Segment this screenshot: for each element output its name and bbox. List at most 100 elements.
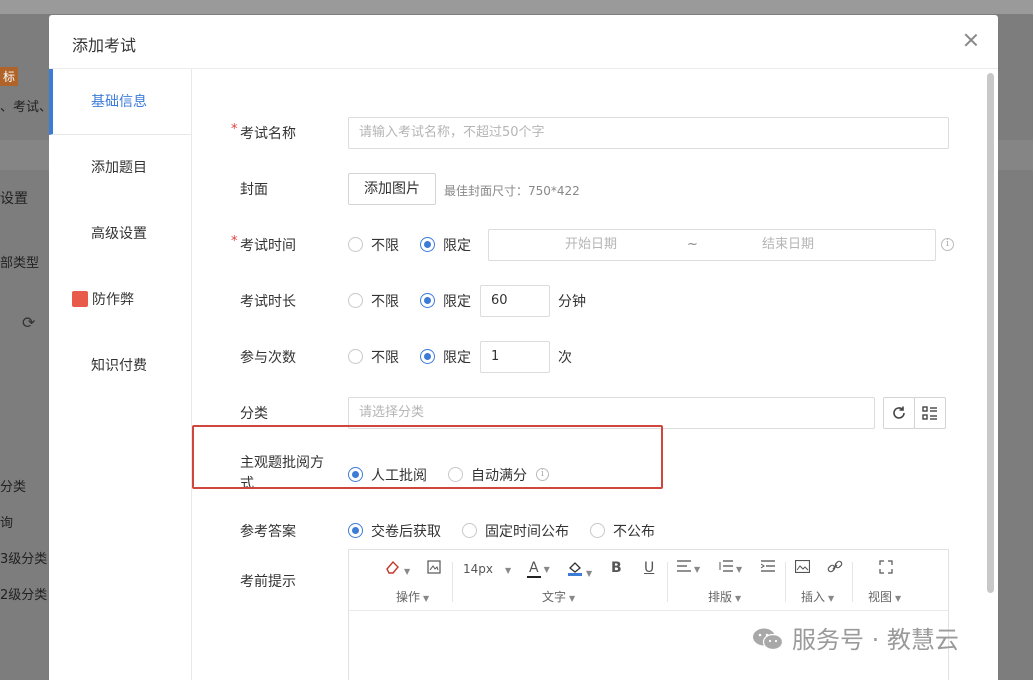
- font-color-icon[interactable]: A ▼: [527, 560, 550, 578]
- radio-label: 固定时间公布: [485, 524, 569, 540]
- align-icon[interactable]: ▼: [677, 560, 700, 576]
- attempts-unit: 次: [558, 350, 572, 366]
- group-label-layout[interactable]: 排版 ▼: [708, 588, 741, 605]
- answer-after-submit-radio[interactable]: 交卷后获取: [348, 521, 441, 541]
- add-image-button[interactable]: 添加图片: [348, 173, 436, 205]
- align-glyph: [677, 560, 691, 572]
- toolbar-divider: [452, 562, 453, 602]
- group-label-text[interactable]: 文字 ▼: [542, 588, 575, 605]
- underline-button[interactable]: U: [644, 560, 654, 576]
- answer-fixed-time-radio[interactable]: 固定时间公布: [462, 521, 569, 541]
- manage-categories-button[interactable]: [914, 397, 946, 429]
- radio-label: 限定: [443, 350, 471, 366]
- refresh-icon: [893, 406, 905, 419]
- required-mark: *: [231, 234, 238, 249]
- spacing-glyph: [719, 560, 733, 572]
- radio-label: 不限: [371, 238, 399, 254]
- format-glyph: [427, 560, 441, 574]
- nav-item-anti-cheat[interactable]: 防作弊: [49, 267, 191, 333]
- insert-image-icon[interactable]: [794, 559, 811, 577]
- indent-icon[interactable]: [760, 560, 775, 576]
- attempts-limited-radio[interactable]: 限定: [420, 347, 471, 367]
- group-label-insert[interactable]: 插入 ▼: [801, 588, 834, 605]
- nav-item-label: 知识付费: [91, 358, 147, 374]
- label-text: 考试名称: [240, 126, 296, 142]
- eraser-glyph: [386, 560, 399, 574]
- radio-label: 不限: [371, 350, 399, 366]
- modal-title: 添加考试: [72, 36, 137, 55]
- nav-item-paid-knowledge[interactable]: 知识付费: [49, 333, 191, 399]
- radio-dot: [420, 237, 435, 252]
- time-unlimited-radio[interactable]: 不限: [348, 235, 399, 255]
- answer-label: 参考答案: [240, 524, 296, 540]
- nav-item-basic-info[interactable]: 基础信息: [49, 69, 191, 135]
- bg-refresh-icon[interactable]: ⟳: [22, 313, 35, 332]
- bold-button[interactable]: B: [611, 560, 622, 576]
- duration-label: 考试时长: [240, 294, 296, 310]
- attempts-input[interactable]: 1: [480, 341, 550, 373]
- close-icon[interactable]: [962, 31, 980, 49]
- info-icon[interactable]: i: [941, 238, 954, 251]
- end-date-placeholder: 结束日期: [762, 237, 815, 252]
- exam-name-input[interactable]: 请输入考试名称，不超过50个字: [348, 117, 949, 149]
- exam-name-label: * 考试名称: [231, 122, 296, 143]
- radio-dot: [462, 523, 477, 538]
- answer-none-radio[interactable]: 不公布: [590, 521, 655, 541]
- refresh-button[interactable]: [883, 397, 915, 429]
- indent-glyph: [760, 560, 775, 572]
- radio-dot: [348, 523, 363, 538]
- tips-label: 考前提示: [240, 574, 296, 590]
- start-date-placeholder: 开始日期: [565, 237, 618, 252]
- highlight-color-icon[interactable]: ▼: [567, 560, 592, 580]
- radio-label: 限定: [443, 294, 471, 310]
- group-label-view[interactable]: 视图 ▼: [868, 588, 901, 605]
- radio-label: 不公布: [613, 524, 655, 540]
- bg-item[interactable]: 询: [0, 512, 13, 531]
- group-label-ops[interactable]: 操作 ▼: [396, 588, 429, 605]
- group-label-text: 排版: [708, 590, 733, 604]
- category-label: 分类: [240, 406, 268, 422]
- highlight-annotation-box: [192, 425, 663, 489]
- editor-toolbar: ▼ 操作 ▼ 14px ▼ A ▼ ▼ B U 文字 ▼ ▼ ▼ 排版 ▼ 插入…: [349, 550, 948, 611]
- cover-label: 封面: [240, 182, 268, 198]
- attempts-unlimited-radio[interactable]: 不限: [348, 347, 399, 367]
- nav-item-label: 添加题目: [91, 160, 147, 176]
- radio-label: 限定: [443, 238, 471, 254]
- radio-dot: [420, 293, 435, 308]
- radio-label: 不限: [371, 294, 399, 310]
- wechat-icon: [753, 628, 784, 651]
- radio-dot: [420, 349, 435, 364]
- nav-item-add-questions[interactable]: 添加题目: [49, 135, 191, 201]
- group-label-text: 文字: [542, 590, 567, 604]
- nav-item-label: 高级设置: [91, 226, 147, 242]
- bg-item[interactable]: 2级分类: [0, 584, 47, 603]
- paint-bucket-glyph: [568, 562, 582, 576]
- picture-glyph: [794, 559, 811, 574]
- date-range-input[interactable]: 开始日期 ~ 结束日期: [488, 229, 936, 261]
- link-icon[interactable]: [827, 560, 843, 578]
- duration-unlimited-radio[interactable]: 不限: [348, 291, 399, 311]
- rich-text-editor[interactable]: ▼ 操作 ▼ 14px ▼ A ▼ ▼ B U 文字 ▼ ▼ ▼ 排版 ▼ 插入…: [348, 549, 949, 680]
- radio-dot: [348, 293, 363, 308]
- bg-type-filter[interactable]: 部类型: [0, 252, 39, 271]
- attempts-label: 参与次数: [240, 350, 296, 366]
- exam-time-label: * 考试时间: [231, 234, 296, 255]
- font-size-select[interactable]: 14px ▼: [463, 562, 511, 576]
- toolbar-divider: [667, 562, 668, 602]
- duration-unit: 分钟: [558, 294, 586, 310]
- expand-glyph: [879, 560, 893, 574]
- eraser-icon[interactable]: ▼: [385, 560, 410, 578]
- nav-item-label: 防作弊: [92, 292, 134, 308]
- cover-size-hint: 最佳封面尺寸：750*422: [444, 184, 580, 198]
- bg-settings: 设置: [0, 191, 28, 207]
- nav-item-advanced-settings[interactable]: 高级设置: [49, 201, 191, 267]
- image-format-icon[interactable]: [427, 560, 441, 578]
- time-limited-radio[interactable]: 限定: [420, 235, 471, 255]
- bg-item[interactable]: 分类: [0, 476, 26, 495]
- line-spacing-icon[interactable]: ▼: [719, 560, 742, 576]
- duration-limited-radio[interactable]: 限定: [420, 291, 471, 311]
- bg-item[interactable]: 3级分类: [0, 548, 47, 567]
- scrollbar[interactable]: [987, 73, 994, 593]
- fullscreen-icon[interactable]: [879, 560, 893, 578]
- duration-input[interactable]: 60: [480, 285, 550, 317]
